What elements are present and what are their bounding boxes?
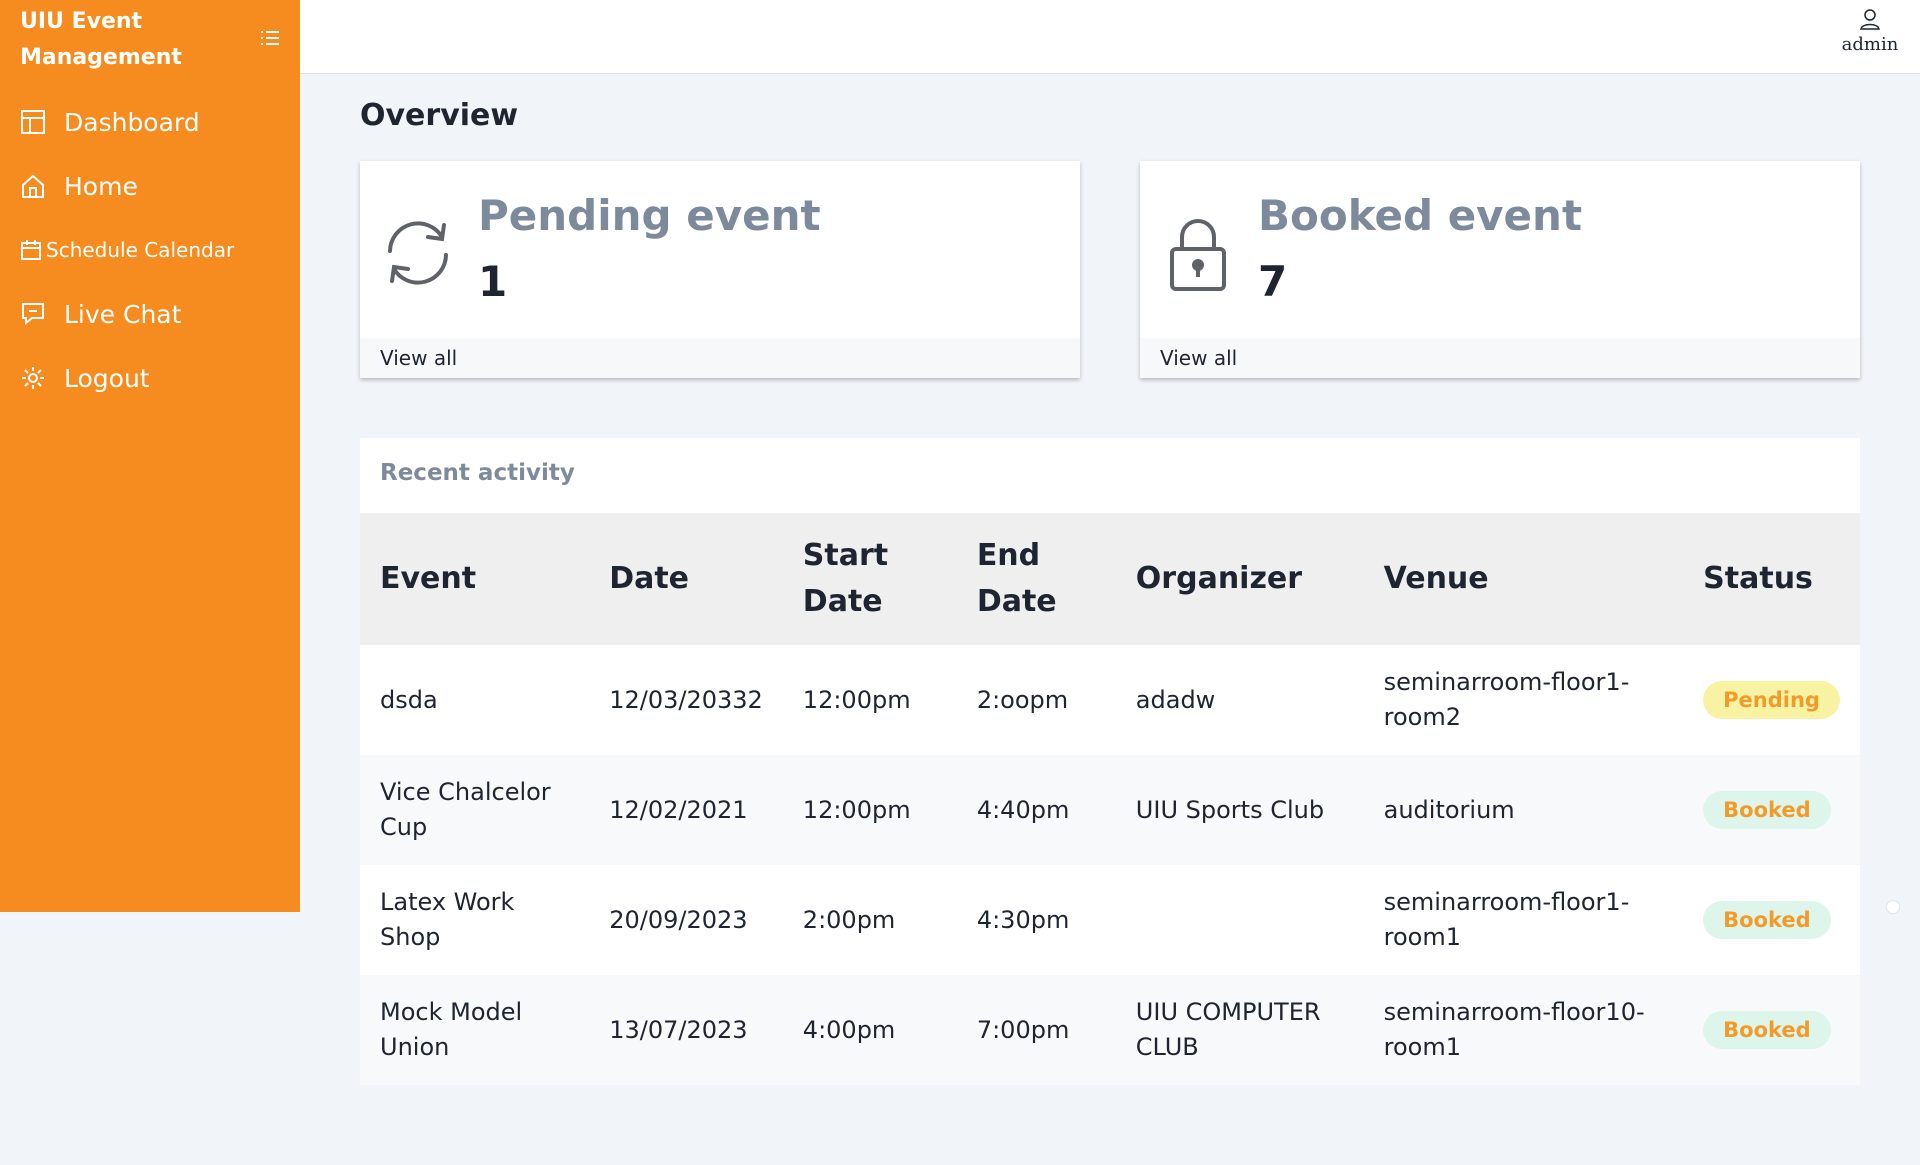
status-badge: Booked xyxy=(1703,1011,1831,1049)
user-menu[interactable]: admin xyxy=(1840,8,1900,55)
menu-toggle-icon[interactable] xyxy=(258,26,282,50)
cell-start: 2:00pm xyxy=(802,905,896,934)
table-row: Vice Chalcelor Cup 12/02/2021 12:00pm 4:… xyxy=(360,755,1860,865)
cell-event: Vice Chalcelor Cup xyxy=(380,778,551,841)
cell-venue: auditorium xyxy=(1383,795,1515,824)
cell-organizer: UIU COMPUTER CLUB xyxy=(1135,998,1321,1061)
sidebar-nav: Dashboard Home Schedule Calendar Live Ch… xyxy=(0,90,300,410)
status-badge: Booked xyxy=(1703,901,1831,939)
refresh-icon xyxy=(378,213,458,293)
table-header-row: Event Date Start Date End Date Organizer… xyxy=(360,513,1860,645)
cell-status: Pending xyxy=(1683,645,1860,755)
dashboard-icon xyxy=(20,109,46,135)
cell-end: 4:30pm xyxy=(976,905,1070,934)
cell-event: Mock Model Union xyxy=(380,998,523,1061)
card-title: Booked event xyxy=(1258,191,1583,240)
cell-event: dsda xyxy=(380,685,438,714)
sidebar-item-label: Schedule Calendar xyxy=(46,238,235,262)
username: admin xyxy=(1841,34,1899,55)
sidebar-item-label: Live Chat xyxy=(64,299,182,329)
cell-end: 7:00pm xyxy=(976,1015,1070,1044)
sidebar-item-dashboard[interactable]: Dashboard xyxy=(0,90,300,154)
status-badge: Pending xyxy=(1703,681,1840,719)
chat-launcher-dot[interactable] xyxy=(1886,900,1900,914)
lock-icon xyxy=(1158,213,1238,293)
cell-venue: seminarroom-floor10-room1 xyxy=(1383,998,1645,1061)
view-all-link[interactable]: View all xyxy=(360,338,1080,378)
cell-start: 12:00pm xyxy=(802,685,911,714)
card-title: Pending event xyxy=(478,191,821,240)
cell-organizer: UIU Sports Club xyxy=(1135,795,1325,824)
sidebar-item-logout[interactable]: Logout xyxy=(0,346,300,410)
cell-end: 4:40pm xyxy=(976,795,1070,824)
column-header-end-date: End Date xyxy=(976,538,1057,619)
recent-activity-panel: Recent activity Event Date Start Date En… xyxy=(360,438,1860,1085)
view-all-link[interactable]: View all xyxy=(1140,338,1860,378)
cell-status: Booked xyxy=(1683,865,1860,975)
page-title: Overview xyxy=(360,98,519,133)
sidebar-item-label: Logout xyxy=(64,363,150,393)
sidebar: UIU Event Management Dashboard Home Sche… xyxy=(0,0,300,912)
column-header-start-date: Start Date xyxy=(802,538,889,619)
cell-status: Booked xyxy=(1683,975,1860,1085)
column-header-status: Status xyxy=(1703,561,1813,596)
activity-table: Event Date Start Date End Date Organizer… xyxy=(360,513,1860,1085)
column-header-organizer: Organizer xyxy=(1135,561,1303,596)
brand-title: UIU Event Management xyxy=(20,9,182,70)
sidebar-item-live-chat[interactable]: Live Chat xyxy=(0,282,300,346)
column-header-venue: Venue xyxy=(1383,561,1489,596)
pending-event-card: Pending event 1 View all xyxy=(360,161,1080,378)
user-icon xyxy=(1860,9,1880,30)
sidebar-item-schedule-calendar[interactable]: Schedule Calendar xyxy=(0,218,300,282)
cell-date: 12/02/2021 xyxy=(609,795,748,824)
card-count: 1 xyxy=(478,257,508,306)
cell-venue: seminarroom-floor1-room2 xyxy=(1383,668,1630,731)
cell-date: 13/07/2023 xyxy=(609,1015,748,1044)
sidebar-item-home[interactable]: Home xyxy=(0,154,300,218)
cell-end: 2:oopm xyxy=(976,685,1069,714)
booked-event-card: Booked event 7 View all xyxy=(1140,161,1860,378)
calendar-icon xyxy=(20,239,42,261)
gear-icon xyxy=(20,365,46,391)
sidebar-item-label: Home xyxy=(64,171,138,201)
table-row: dsda 12/03/20332 12:00pm 2:oopm adadw se… xyxy=(360,645,1860,755)
cell-start: 4:00pm xyxy=(802,1015,896,1044)
column-header-date: Date xyxy=(609,561,690,596)
cell-date: 20/09/2023 xyxy=(609,905,748,934)
home-icon xyxy=(20,173,46,199)
column-header-event: Event xyxy=(380,561,477,596)
table-row: Latex Work Shop 20/09/2023 2:00pm 4:30pm… xyxy=(360,865,1860,975)
chat-icon xyxy=(20,301,46,327)
table-row: Mock Model Union 13/07/2023 4:00pm 7:00p… xyxy=(360,975,1860,1085)
cell-event: Latex Work Shop xyxy=(380,888,515,951)
section-title: Recent activity xyxy=(380,460,575,486)
status-badge: Booked xyxy=(1703,791,1831,829)
cell-organizer: adadw xyxy=(1135,685,1216,714)
cell-organizer xyxy=(1116,865,1364,975)
cell-status: Booked xyxy=(1683,755,1860,865)
cell-venue: seminarroom-floor1-room1 xyxy=(1383,888,1630,951)
topbar: admin xyxy=(300,0,1920,74)
sidebar-item-label: Dashboard xyxy=(64,107,200,137)
cell-date: 12/03/20332 xyxy=(609,685,763,714)
card-count: 7 xyxy=(1258,257,1288,306)
cell-start: 12:00pm xyxy=(802,795,911,824)
